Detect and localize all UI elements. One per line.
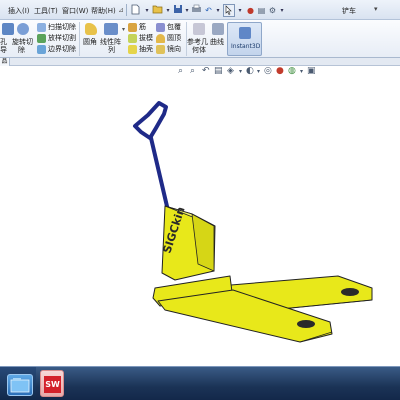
shell-label[interactable]: 抽壳 [139, 45, 153, 53]
lofted-cut-label[interactable]: 放样切割 [48, 34, 76, 42]
solidworks-logo-icon: SW [44, 376, 61, 393]
open-dropdown-icon[interactable]: ▾ [164, 4, 172, 17]
menu-tools[interactable]: 工具(T) [34, 6, 58, 16]
title-dropdown-icon[interactable]: ▾ [374, 5, 378, 13]
solidworks-taskbar-button[interactable]: SW [40, 370, 64, 397]
dome-label[interactable]: 圆顶 [167, 34, 181, 42]
lofted-cut-icon[interactable] [37, 34, 46, 43]
menu-insert[interactable]: 插入(I) [8, 6, 30, 16]
print-icon[interactable] [191, 4, 202, 17]
linear-pattern-icon[interactable] [104, 23, 118, 35]
menu-help[interactable]: 帮助(H) [91, 6, 116, 16]
pallet-truck-model[interactable]: SIGCkin [0, 66, 400, 366]
windows-taskbar: SW [0, 366, 400, 400]
tab-product[interactable]: 品 [0, 58, 10, 66]
swept-cut-label[interactable]: 扫描切除 [48, 23, 76, 31]
file-explorer-taskbar-icon[interactable] [7, 374, 33, 396]
revolved-cut-label-1: 旋转切 [12, 38, 33, 46]
hole-wizard-label-2: 导 [0, 46, 7, 54]
new-document-icon[interactable] [130, 4, 140, 17]
new-dropdown-icon[interactable]: ▾ [143, 4, 151, 17]
select-dropdown-icon[interactable]: ▾ [236, 4, 244, 17]
instant3d-button[interactable]: Instant3D [227, 22, 262, 56]
graphics-area[interactable]: ⌕ ⌕ ↶ ▤ ◈ ▾ ◐ ▾ ◎ ● ◍ ▾ ▣ SIGCkin [0, 66, 400, 366]
draft-icon[interactable] [128, 34, 137, 43]
menu-window[interactable]: 窗口(W) [62, 6, 88, 16]
dome-icon[interactable] [156, 34, 165, 43]
open-folder-icon[interactable] [152, 4, 163, 17]
hole-wizard-icon[interactable] [2, 23, 14, 35]
revolved-cut-icon[interactable] [17, 23, 29, 35]
reference-geometry-label-1[interactable]: 参考几 [187, 38, 208, 46]
instant3d-icon [239, 27, 251, 39]
curves-icon[interactable] [212, 23, 224, 35]
start-area [0, 367, 36, 400]
mirror-label[interactable]: 镜向 [167, 45, 181, 53]
save-dropdown-icon[interactable]: ▾ [183, 4, 191, 17]
file-properties-icon[interactable]: ▤ [256, 4, 267, 17]
undo-dropdown-icon[interactable]: ▾ [214, 4, 222, 17]
fillet-icon[interactable] [85, 23, 97, 35]
curves-label[interactable]: 曲线 [210, 38, 224, 46]
handle-grip[interactable] [133, 101, 168, 140]
draft-label[interactable]: 拔模 [139, 34, 153, 42]
fillet-label[interactable]: 圆角 [83, 38, 97, 46]
toolbar-separator [126, 4, 127, 16]
save-icon[interactable] [172, 4, 183, 17]
shell-icon[interactable] [128, 45, 137, 54]
command-manager-ribbon: 孔 导 旋转切 除 扫描切除 放样切割 边界切除 圆角 线性阵 列 ▾ 筋 拔模… [0, 20, 400, 58]
linear-pattern-label-1[interactable]: 线性阵 [100, 38, 121, 46]
right-fork-roller [341, 288, 359, 296]
menu-pin-icon[interactable]: ⊿ [118, 6, 124, 14]
menu-bar: 插入(I) 工具(T) 窗口(W) 帮助(H) ⊿ ▾ ▾ ▾ ↶ ▾ ▾ ● … [0, 0, 400, 20]
mirror-icon[interactable] [156, 45, 165, 54]
options-dropdown-icon[interactable]: ▾ [278, 4, 286, 17]
instant3d-label: Instant3D [231, 43, 261, 50]
revolved-cut-label-2: 除 [18, 46, 25, 54]
left-fork-roller [297, 320, 315, 328]
hole-wizard-label-1: 孔 [0, 38, 7, 46]
undo-icon[interactable]: ↶ [203, 4, 214, 17]
boundary-cut-icon[interactable] [37, 45, 46, 54]
linear-pattern-label-2[interactable]: 列 [108, 46, 115, 54]
wrap-icon[interactable] [156, 23, 165, 32]
swept-cut-icon[interactable] [37, 23, 46, 32]
wrap-label[interactable]: 包覆 [167, 23, 181, 31]
linear-pattern-dropdown-icon[interactable]: ▾ [122, 26, 125, 34]
document-title: 铲车 [342, 7, 356, 15]
reference-geometry-icon[interactable] [193, 23, 205, 35]
folder-icon [10, 378, 30, 393]
boundary-cut-label[interactable]: 边界切除 [48, 45, 76, 53]
reference-geometry-label-2[interactable]: 何体 [192, 46, 206, 54]
feature-tab-strip: 品 [0, 58, 400, 66]
options-icon[interactable]: ⚙ [267, 4, 278, 17]
rib-label[interactable]: 筋 [139, 23, 146, 31]
rebuild-icon[interactable]: ● [245, 4, 256, 17]
ribbon-separator [79, 22, 80, 56]
rib-icon[interactable] [128, 23, 137, 32]
select-pointer-icon[interactable] [223, 4, 235, 17]
